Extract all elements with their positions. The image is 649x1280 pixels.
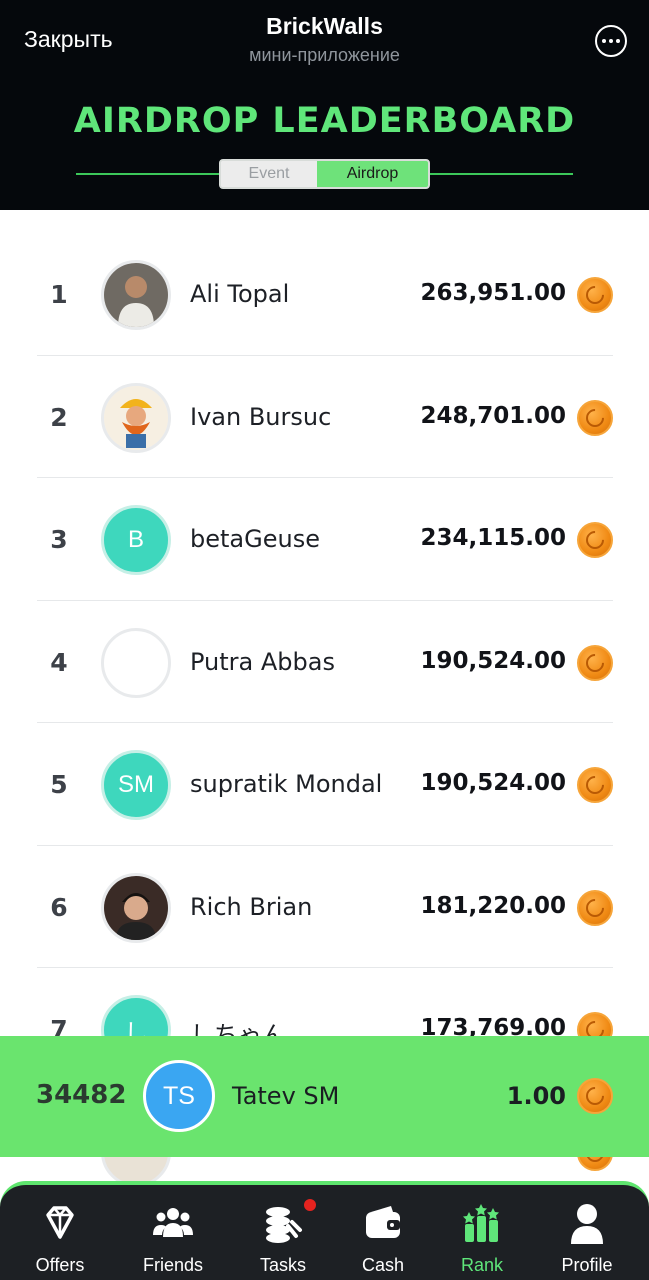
current-user-bar[interactable]: 34482 TS Tatev SM 1.00 bbox=[0, 1036, 649, 1157]
player-score: 190,524.00 bbox=[420, 647, 566, 674]
person-icon bbox=[532, 1201, 642, 1245]
rank-bars-icon bbox=[427, 1201, 537, 1245]
player-name: Rich Brian bbox=[190, 892, 313, 921]
current-user-name: Tatev SM bbox=[232, 1082, 340, 1110]
coin-icon bbox=[577, 1157, 613, 1171]
rank-number: 3 bbox=[50, 525, 68, 554]
leaderboard-row[interactable]: 5 SM supratik Mondal 190,524.00 bbox=[0, 723, 649, 846]
avatar: SM bbox=[101, 750, 171, 820]
rank-number: 5 bbox=[50, 770, 68, 799]
coin-icon bbox=[577, 522, 613, 558]
coin-icon bbox=[577, 277, 613, 313]
user-photo-icon bbox=[104, 263, 168, 327]
nav-label: Cash bbox=[361, 1255, 405, 1275]
nav-friends[interactable]: Friends bbox=[118, 1201, 228, 1276]
more-options-icon[interactable] bbox=[595, 25, 627, 57]
player-name: betaGeuse bbox=[190, 525, 320, 553]
nav-cash[interactable]: Cash bbox=[328, 1201, 438, 1276]
player-name: Ivan Bursuc bbox=[190, 402, 332, 431]
rank-number: 4 bbox=[50, 647, 68, 677]
player-score: 248,701.00 bbox=[420, 402, 566, 429]
leaderboard-row[interactable]: 3 B betaGeuse 234,115.00 bbox=[0, 478, 649, 601]
avatar bbox=[101, 872, 171, 943]
app-header: Закрыть BrickWalls мини-приложение AIRDR… bbox=[0, 0, 649, 210]
leaderboard-row[interactable]: 4 Putra Abbas 190,524.00 bbox=[0, 601, 649, 723]
nav-label: Rank bbox=[460, 1255, 504, 1275]
app-subtitle: мини-приложение bbox=[249, 45, 400, 65]
nav-label: Tasks bbox=[259, 1255, 306, 1275]
leaderboard-list: 1 Ali Topal 263,951.00 2 Ivan Bursuc 248… bbox=[0, 233, 649, 1091]
leaderboard-title: AIRDROP LEADERBOARD bbox=[73, 101, 576, 141]
title-divider-left bbox=[76, 173, 221, 175]
wallet-icon bbox=[328, 1201, 438, 1245]
current-user-avatar: TS bbox=[143, 1060, 215, 1132]
nav-label: Profile bbox=[561, 1255, 613, 1275]
rank-number: 1 bbox=[50, 280, 68, 309]
nav-label: Offers bbox=[35, 1255, 85, 1275]
rank-number: 6 bbox=[50, 892, 68, 922]
avatar bbox=[101, 382, 171, 453]
coin-icon bbox=[577, 644, 613, 681]
dwarf-avatar-icon bbox=[104, 385, 168, 450]
notification-badge bbox=[304, 1199, 316, 1211]
friends-icon bbox=[118, 1201, 228, 1245]
diamond-icon bbox=[5, 1201, 115, 1245]
bottom-nav: Offers Friends Tasks Cash Rank Profile bbox=[0, 1181, 649, 1280]
nav-profile[interactable]: Profile bbox=[532, 1201, 642, 1276]
player-name: Putra Abbas bbox=[190, 647, 335, 676]
leaderboard-row[interactable]: 2 Ivan Bursuc 248,701.00 bbox=[0, 356, 649, 478]
leaderboard-row[interactable]: 1 Ali Topal 263,951.00 bbox=[0, 233, 649, 356]
player-score: 263,951.00 bbox=[420, 280, 566, 306]
app-title: BrickWalls bbox=[266, 13, 383, 39]
player-score: 181,220.00 bbox=[420, 892, 566, 919]
rank-number: 2 bbox=[50, 402, 68, 432]
coin-icon bbox=[577, 767, 613, 803]
current-user-score: 1.00 bbox=[506, 1082, 566, 1110]
player-score: 190,524.00 bbox=[420, 770, 566, 796]
coin-icon bbox=[577, 889, 613, 926]
coins-tasks-icon bbox=[228, 1201, 338, 1245]
coin-icon bbox=[577, 399, 613, 436]
nav-rank[interactable]: Rank bbox=[427, 1201, 537, 1276]
avatar: B bbox=[101, 505, 171, 575]
title-divider-right bbox=[428, 173, 573, 175]
nav-offers[interactable]: Offers bbox=[5, 1201, 115, 1276]
player-name: Ali Topal bbox=[190, 280, 290, 308]
leaderboard-row[interactable]: 6 Rich Brian 181,220.00 bbox=[0, 846, 649, 968]
nav-label: Friends bbox=[142, 1255, 204, 1275]
player-name: supratik Mondal bbox=[190, 770, 383, 798]
leaderboard-tabs: Event Airdrop bbox=[219, 159, 430, 189]
nav-tasks[interactable]: Tasks bbox=[228, 1199, 338, 1276]
current-user-rank: 34482 bbox=[36, 1080, 127, 1110]
avatar bbox=[101, 260, 171, 330]
user-photo-icon bbox=[104, 875, 168, 940]
tab-airdrop[interactable]: Airdrop bbox=[317, 161, 428, 187]
tab-event[interactable]: Event bbox=[221, 161, 317, 187]
avatar bbox=[101, 627, 171, 698]
player-score: 234,115.00 bbox=[420, 525, 566, 551]
coin-icon bbox=[577, 1078, 613, 1114]
